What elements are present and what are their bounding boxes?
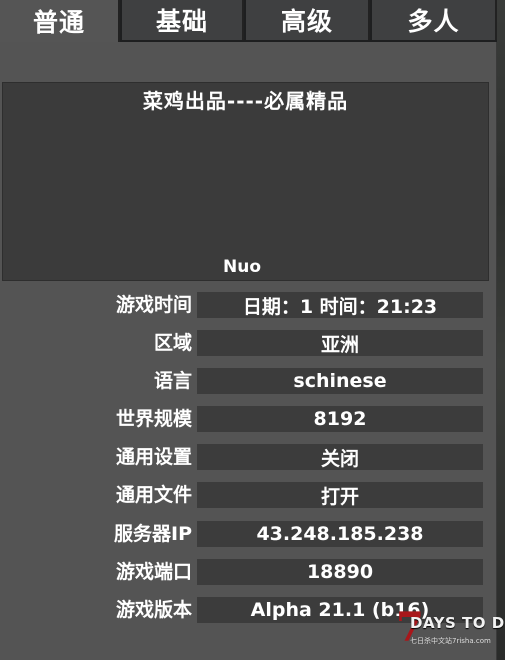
info-label: 通用文件 (115, 484, 192, 506)
background-scene-edge (496, 0, 505, 660)
info-value: 关闭 (197, 444, 483, 470)
tab-general[interactable]: 普通 (0, 0, 120, 42)
tab-basic[interactable]: 基础 (122, 0, 244, 40)
info-value: 18890 (197, 559, 483, 585)
info-value: 日期：1 时间：21:23 (197, 292, 483, 318)
info-label: 世界规模 (115, 408, 192, 430)
info-label: 语言 (153, 370, 192, 392)
info-value: 43.248.185.238 (197, 521, 483, 547)
info-value: 亚洲 (197, 330, 483, 356)
logo-subtext: 七日杀中文站7risha.com (410, 637, 491, 645)
game-logo: 7 DAYS TO DIE 七日杀中文站7risha.com (396, 606, 505, 654)
info-label: 游戏时间 (115, 294, 192, 316)
info-value: schinese (197, 368, 483, 394)
server-title: 菜鸡出品----必属精品 (142, 89, 349, 113)
info-label: 游戏版本 (115, 599, 192, 621)
info-row-server-ip: 服务器IP 43.248.185.238 (0, 519, 497, 549)
info-label: 游戏端口 (115, 561, 192, 583)
info-row-game-port: 游戏端口 18890 (0, 557, 497, 587)
info-value: 8192 (197, 406, 483, 432)
info-row-common-files: 通用文件 打开 (0, 480, 497, 510)
info-row-world-size: 世界规模 8192 (0, 404, 497, 434)
server-description-box: 菜鸡出品----必属精品 Nuo (2, 82, 489, 281)
info-row-game-time: 游戏时间 日期：1 时间：21:23 (0, 290, 497, 320)
info-row-common-settings: 通用设置 关闭 (0, 442, 497, 472)
info-label: 区域 (153, 332, 192, 354)
info-value: 打开 (197, 482, 483, 508)
info-label: 服务器IP (114, 523, 192, 545)
server-info-panel: 普通 基础 高级 多人 菜鸡出品----必属精品 Nuo 游戏时间 日期：1 时… (0, 0, 497, 660)
info-label: 通用设置 (115, 446, 192, 468)
logo-text: DAYS TO DIE (410, 614, 505, 632)
server-owner: Nuo (223, 257, 262, 277)
info-row-language: 语言 schinese (0, 366, 497, 396)
tab-advanced[interactable]: 高级 (246, 0, 370, 40)
info-row-region: 区域 亚洲 (0, 328, 497, 358)
tab-multiplayer[interactable]: 多人 (372, 0, 497, 40)
tab-bar: 普通 基础 高级 多人 (0, 0, 497, 42)
